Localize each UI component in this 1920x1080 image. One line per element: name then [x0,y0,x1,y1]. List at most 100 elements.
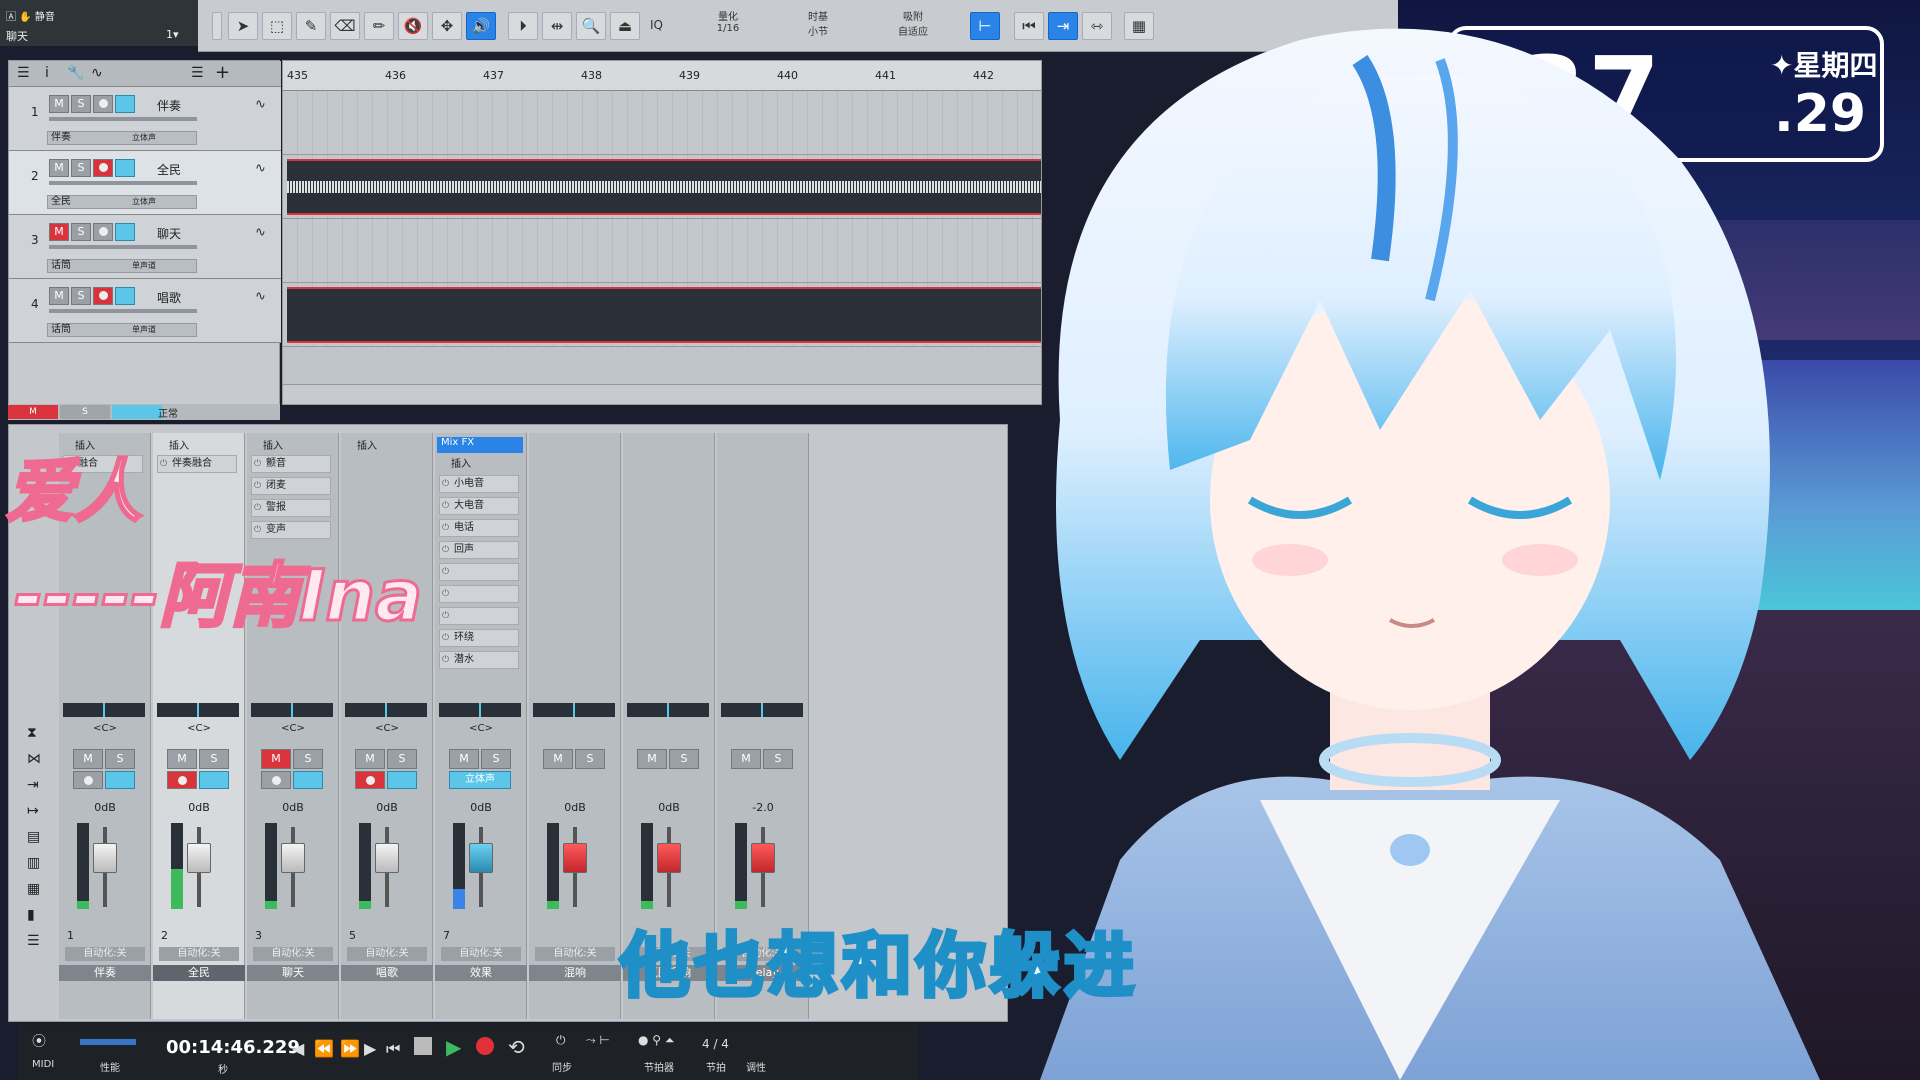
insert-slot[interactable]: 电话 [439,519,519,537]
channel-monitor-button[interactable] [293,771,323,789]
track-lane[interactable] [283,219,1041,283]
add-track-icon[interactable]: + [215,62,230,83]
pan-knob[interactable] [345,703,427,717]
track-volume-slider[interactable] [49,245,197,249]
channel-name[interactable]: 伴奏 [59,965,151,981]
timebase-select[interactable]: 时基 小节 [788,8,848,38]
channel-stereo-button[interactable]: 立体声 [449,771,511,789]
output-icon[interactable]: ↦ [27,803,39,819]
range-tool-icon[interactable]: ⬚ [262,12,292,40]
track-solo-button[interactable]: S [71,287,91,305]
track-row[interactable]: 4 M S 唱歌 ∿ 话筒 单声道 [9,279,281,343]
pan-knob[interactable] [533,703,615,717]
track-lane[interactable] [283,91,1041,155]
time-signature[interactable]: 4 / 4 [702,1037,729,1051]
waveform-icon[interactable]: ∿ [255,161,266,176]
pan-knob[interactable] [721,703,803,717]
track-volume-slider[interactable] [49,309,197,313]
waveform-icon[interactable]: ∿ [255,97,266,112]
precount-icon[interactable]: ⤳ ⊢ [586,1033,610,1048]
automation-button[interactable]: 自动化:关 [535,947,615,961]
channel-mute-button[interactable]: M [543,749,573,769]
insert-slot[interactable]: 伴奏融合 [157,455,237,473]
channel-solo-button[interactable]: S [293,749,323,769]
insert-slot[interactable] [439,563,519,581]
insert-slot[interactable]: 变声 [251,521,331,539]
insert-slot[interactable] [439,585,519,603]
sync-icon[interactable]: ⏻ [556,1033,566,1048]
wrench-icon[interactable]: 🔧 [67,65,84,81]
meter-icon[interactable]: ▮ [27,907,35,923]
track-row[interactable]: 1 M S 伴奏 ∿ 伴奏 立体声 [9,87,281,151]
snap-select[interactable]: 吸附 自适应 [878,8,948,38]
channel-record-button[interactable] [167,771,197,789]
insert-header[interactable]: 插入 [249,437,335,453]
insert-slot[interactable] [439,607,519,625]
info-icon[interactable]: i [45,65,49,81]
iq-button[interactable]: IQ [650,18,663,32]
track-number-select[interactable]: 1▾ [166,28,179,41]
track-row[interactable]: 2 M S 全民 ∿ 全民 立体声 [9,151,281,215]
snap-grid-icon[interactable]: ⊢ [970,12,1000,40]
track-name[interactable]: 唱歌 [157,289,181,306]
automation-button[interactable]: 自动化:关 [441,947,521,961]
track-input-select[interactable]: 话筒 单声道 [47,323,197,337]
waveform-icon[interactable]: ∿ [255,225,266,240]
track-name[interactable]: 伴奏 [157,97,181,114]
paint-tool-icon[interactable]: ✏ [364,12,394,40]
channel-mute-button[interactable]: M [449,749,479,769]
channel-fader[interactable] [563,843,587,873]
channel-solo-button[interactable]: S [669,749,699,769]
channel-monitor-button[interactable] [199,771,229,789]
remote-icon[interactable]: ▦ [27,881,40,897]
track-lane[interactable] [283,155,1041,219]
channel-solo-button[interactable]: S [105,749,135,769]
waveform-icon[interactable]: ∿ [255,289,266,304]
skip-forward-icon[interactable]: ⏵ [508,12,538,40]
pan-knob[interactable] [251,703,333,717]
metronome-icon[interactable]: ● ⚲ ⏶ [638,1033,675,1048]
insert-slot[interactable]: 警报 [251,499,331,517]
toolbar-handle[interactable] [212,12,222,40]
channel-solo-button[interactable]: S [387,749,417,769]
track-name[interactable]: 聊天 [157,225,181,242]
channel-fader[interactable] [281,843,305,873]
channel-record-button[interactable] [261,771,291,789]
track-mute-button[interactable]: M [49,223,69,241]
mix-fx-header[interactable]: Mix FX [437,437,523,453]
monitor-all-button[interactable] [112,405,162,419]
insert-slot[interactable]: 环绕 [439,629,519,647]
channel-mute-button[interactable]: M [73,749,103,769]
solo-all-button[interactable]: S [60,405,110,419]
pan-knob[interactable] [157,703,239,717]
mixer-channel[interactable]: 插入颤音闭麦警报变声 <C> MS 0dB 3 自动化:关聊天 [247,433,339,1019]
fast-forward-icon[interactable]: ⏩ [340,1039,360,1058]
time-unit[interactable]: 秒 [218,1061,228,1076]
list-icon[interactable]: ☰ [191,65,204,81]
channel-name[interactable]: 唱歌 [341,965,433,981]
channel-solo-button[interactable]: S [199,749,229,769]
track-solo-button[interactable]: S [71,223,91,241]
channel-mute-button[interactable]: M [167,749,197,769]
automation-button[interactable]: 自动化:关 [253,947,333,961]
menu-icon[interactable]: ☰ [17,65,30,81]
channel-solo-button[interactable]: S [575,749,605,769]
collapse-icon[interactable]: ⧗ [27,725,37,741]
channel-record-button[interactable] [355,771,385,789]
arrow-tool-icon[interactable]: ➤ [228,12,258,40]
split-tool-icon[interactable]: ✎ [296,12,326,40]
mute-all-button[interactable]: M [8,405,58,419]
channel-name[interactable]: 效果 [435,965,527,981]
timestretch-icon[interactable]: ⇹ [542,12,572,40]
channel-name[interactable]: 全民 [153,965,245,981]
insert-slot[interactable]: 回声 [439,541,519,559]
forward-end-icon[interactable]: ▶ [364,1039,376,1058]
track-mode-select[interactable]: 正常 [158,405,178,420]
channel-mute-button[interactable]: M [355,749,385,769]
insert-slot[interactable]: 潜水 [439,651,519,669]
channel-fader[interactable] [657,843,681,873]
insert-header[interactable]: 插入 [343,437,429,453]
track-lane[interactable] [283,283,1041,347]
track-mute-button[interactable]: M [49,287,69,305]
track-mute-button[interactable]: M [49,95,69,113]
